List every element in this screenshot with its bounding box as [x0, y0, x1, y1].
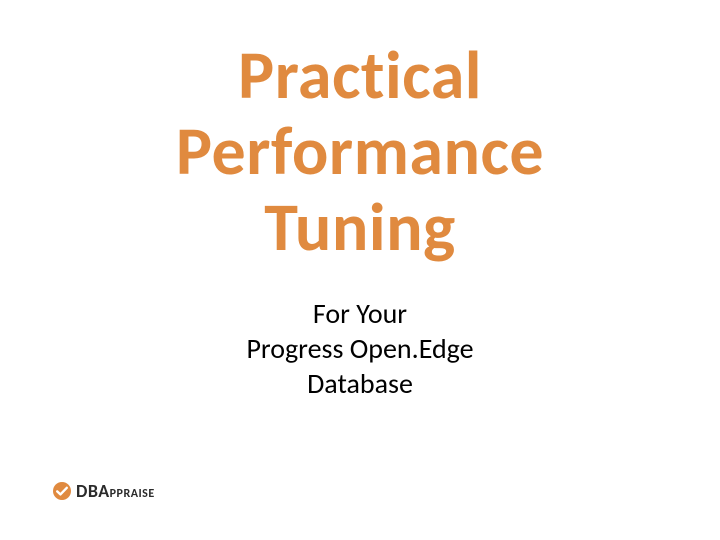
brand-logo-text-small: PPRAISE [110, 487, 155, 501]
title-line-2: Performance [176, 110, 544, 193]
brand-logo-text: DBAPPRAISE [76, 480, 155, 502]
title-line-3: Tuning [264, 186, 456, 269]
title-line-1: Practical [238, 34, 482, 117]
subtitle-line-1: For Your [313, 296, 407, 331]
brand-logo-text-big: DBA [76, 480, 110, 502]
subtitle-line-3: Database [307, 366, 413, 401]
brand-logo: DBAPPRAISE [52, 480, 155, 502]
slide-subtitle: For Your Progress Open.Edge Database [246, 296, 473, 401]
checkmark-circle-icon [52, 481, 72, 501]
slide: Practical Performance Tuning For Your Pr… [0, 0, 720, 540]
subtitle-line-2: Progress Open.Edge [246, 331, 473, 366]
slide-title: Practical Performance Tuning [176, 38, 544, 266]
